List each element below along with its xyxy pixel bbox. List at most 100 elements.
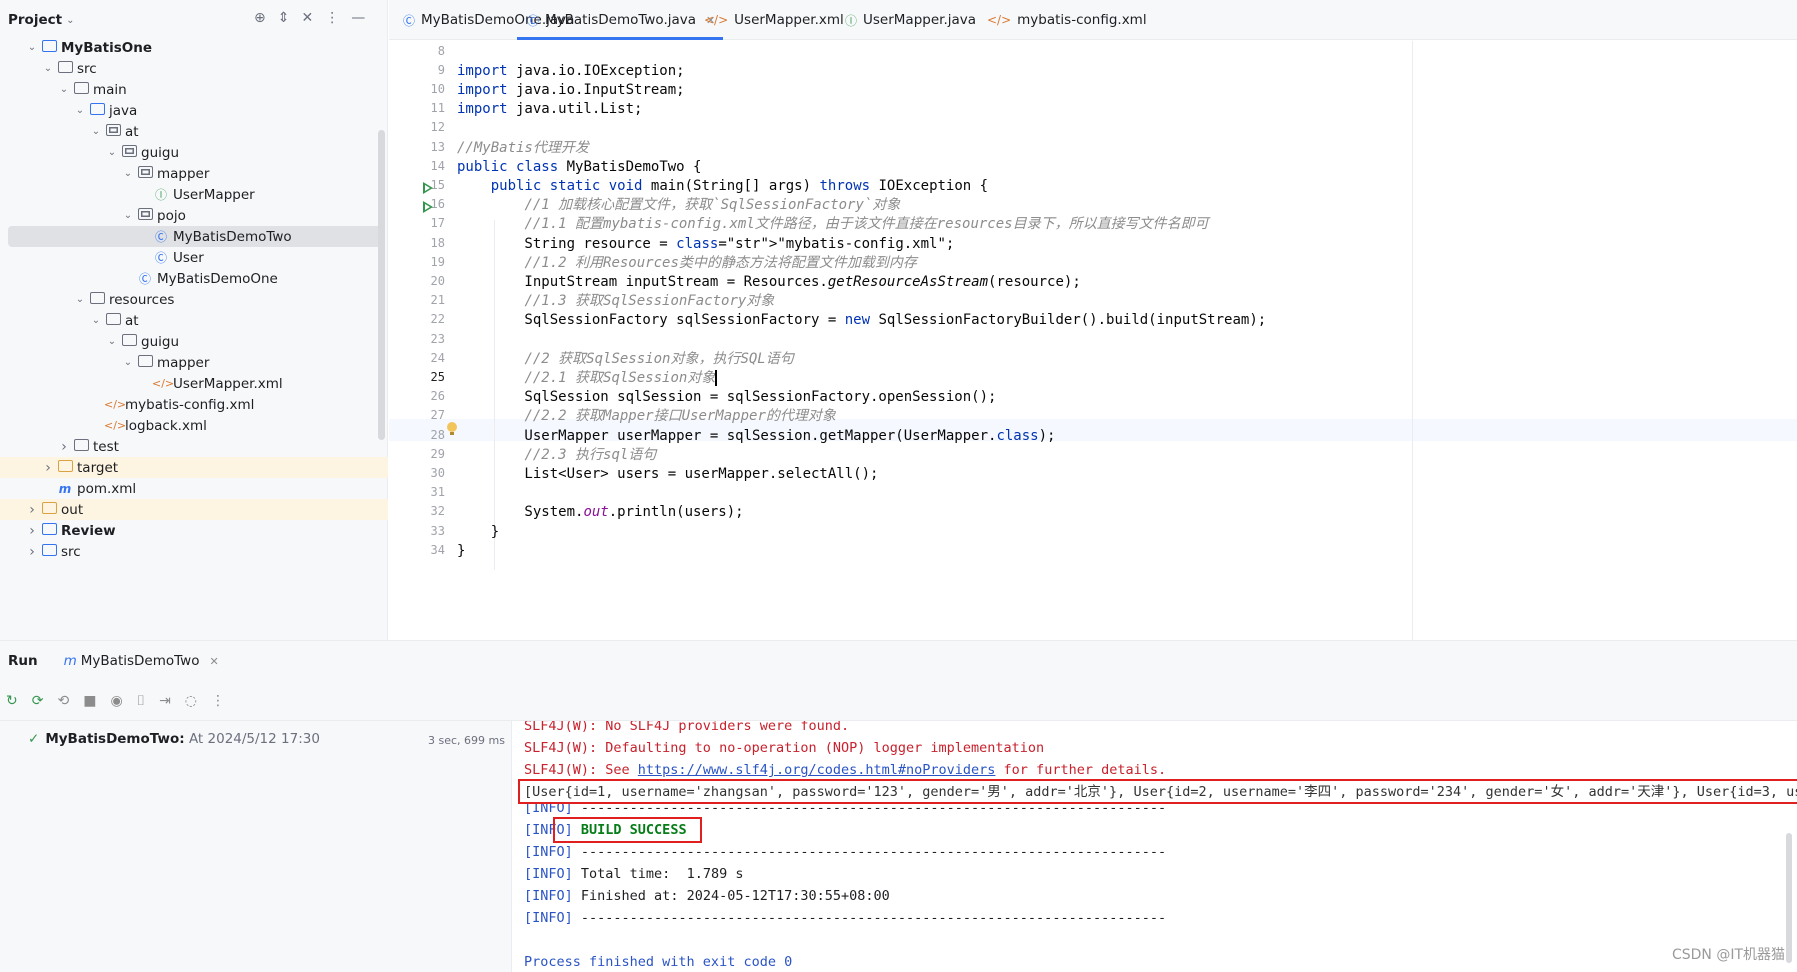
- chevron-down-icon[interactable]: ⌄: [72, 105, 88, 116]
- info-tag: [INFO]: [524, 844, 573, 860]
- tree-item-user[interactable]: Ⓒ User: [0, 247, 388, 268]
- console-text: Total time: 1.789 s: [572, 866, 744, 882]
- code-editor[interactable]: 8 9 import java.io.IOException; 10 import ja…: [389, 41, 1797, 640]
- project-panel: Project ⌄ ⊕ ⇕ ✕ ⋮ — ⌄ MyBatisOne ⌄ src ⌄ main…: [0, 0, 388, 640]
- tree-item-mybatisdemoone[interactable]: Ⓒ MyBatisDemoOne: [0, 268, 388, 289]
- success-check-icon: ✓: [28, 731, 40, 747]
- tree-item-java[interactable]: ⌄ java: [0, 100, 388, 121]
- tab-label: UserMapper.xml: [734, 12, 844, 28]
- tree-item-label: pom.xml: [77, 480, 137, 497]
- run-config-tab[interactable]: m MyBatisDemoTwo ✕: [64, 653, 219, 669]
- chevron-down-icon[interactable]: ⌄: [104, 336, 120, 347]
- slf4j-link[interactable]: https://www.slf4j.org/codes.html#noProvi…: [638, 762, 996, 778]
- tree-item-usermapper[interactable]: Ⓘ UserMapper: [0, 184, 388, 205]
- toggle-auto-rerun-icon[interactable]: ⟲: [57, 693, 69, 709]
- tree-item-src[interactable]: › src: [0, 541, 388, 562]
- folder-icon: [136, 355, 154, 370]
- project-title[interactable]: Project: [8, 12, 62, 28]
- tree-item-usermapper-xml[interactable]: </> UserMapper.xml: [0, 373, 388, 394]
- rerun-icon[interactable]: ↻: [6, 693, 18, 709]
- info-tag: [INFO]: [524, 866, 573, 882]
- code-line: import java.util.List;: [457, 101, 643, 118]
- collapse-all-icon[interactable]: ✕: [301, 10, 313, 26]
- maven-icon: m: [63, 653, 77, 669]
- info-tag: [INFO]: [524, 888, 573, 904]
- chevron-right-icon[interactable]: ›: [56, 439, 72, 455]
- expand-all-icon[interactable]: ⇕: [278, 10, 290, 26]
- console-line: [INFO] Finished at: 2024-05-12T17:30:55+…: [524, 885, 890, 907]
- run-gutter-icon[interactable]: [423, 182, 433, 194]
- tree-item-at[interactable]: ⌄ at: [0, 121, 388, 142]
- line-number: 14: [430, 158, 445, 173]
- show-options-icon[interactable]: ◉: [110, 693, 122, 709]
- tree-item-mybatisone[interactable]: ⌄ MyBatisOne: [0, 37, 388, 58]
- tree-item-logback-xml[interactable]: </> logback.xml: [0, 415, 388, 436]
- tree-item-test[interactable]: › test: [0, 436, 388, 457]
- tree-item-out[interactable]: › out: [0, 499, 388, 520]
- chevron-down-icon[interactable]: ⌄: [56, 84, 72, 95]
- history-icon[interactable]: ◌: [185, 693, 197, 709]
- xml-icon: </>: [704, 13, 729, 27]
- screenshot-icon[interactable]: ⌷: [137, 693, 145, 709]
- chevron-right-icon[interactable]: ›: [40, 460, 56, 476]
- tree-item-at[interactable]: ⌄ at: [0, 310, 388, 331]
- console-text: Finished at: 2024-05-12T17:30:55+08:00: [572, 888, 890, 904]
- minimize-icon[interactable]: —: [351, 10, 365, 26]
- tree-item-mybatis-config-xml[interactable]: </> mybatis-config.xml: [0, 394, 388, 415]
- tree-item-src[interactable]: ⌄ src: [0, 58, 388, 79]
- tree-item-main[interactable]: ⌄ main: [0, 79, 388, 100]
- tree-item-guigu[interactable]: ⌄ guigu: [0, 142, 388, 163]
- chevron-down-icon[interactable]: ⌄: [72, 294, 88, 305]
- build-success-highlight-box: [553, 817, 702, 843]
- tree-item-guigu[interactable]: ⌄ guigu: [0, 331, 388, 352]
- tab-usermapper-xml[interactable]: </> UserMapper.xml: [704, 0, 844, 40]
- line-number: 27: [430, 408, 445, 423]
- console-scrollbar[interactable]: [1786, 833, 1792, 963]
- tree-item-resources[interactable]: ⌄ resources: [0, 289, 388, 310]
- locate-icon[interactable]: ⊕: [254, 10, 266, 26]
- export-icon[interactable]: ⇥: [159, 693, 171, 709]
- package-icon: [104, 124, 122, 139]
- run-gutter-icon[interactable]: [423, 201, 433, 213]
- more-options-icon[interactable]: ⋮: [325, 10, 339, 26]
- chevron-down-icon[interactable]: ⌄: [40, 63, 56, 74]
- tree-item-pom-xml[interactable]: m pom.xml: [0, 478, 388, 499]
- tree-item-label: UserMapper.xml: [173, 375, 283, 392]
- chevron-right-icon[interactable]: ›: [24, 523, 40, 539]
- chevron-down-icon[interactable]: ⌄: [120, 357, 136, 368]
- folder-icon: [56, 61, 74, 76]
- chevron-down-icon[interactable]: ⌄: [88, 126, 104, 137]
- tab-mybatisdemotwo-java[interactable]: Ⓒ MyBatisDemoTwo.java ✕: [516, 0, 724, 40]
- chevron-down-icon[interactable]: ⌄: [88, 315, 104, 326]
- chevron-down-icon[interactable]: ⌄: [24, 42, 40, 53]
- tree-item-mapper[interactable]: ⌄ mapper: [0, 352, 388, 373]
- tree-item-pojo[interactable]: ⌄ pojo: [0, 205, 388, 226]
- chevron-right-icon[interactable]: ›: [24, 502, 40, 518]
- console-output[interactable]: SLF4J(W): No SLF4J providers were found.…: [512, 721, 1797, 972]
- chevron-right-icon[interactable]: ›: [24, 544, 40, 560]
- chevron-down-icon[interactable]: ⌄: [104, 147, 120, 158]
- console-text: ----------------------------------------…: [572, 910, 1167, 926]
- run-title: Run: [8, 653, 38, 669]
- rerun-failed-icon[interactable]: ⟳: [32, 693, 44, 709]
- tree-item-label: main: [93, 81, 127, 98]
- stop-icon[interactable]: ■: [83, 693, 96, 709]
- tab-mybatis-config-xml[interactable]: </> mybatis-config.xml: [987, 0, 1147, 40]
- tree-item-label: resources: [109, 291, 175, 308]
- lightbulb-icon[interactable]: [447, 422, 457, 436]
- tree-item-mybatisdemotwo[interactable]: Ⓒ MyBatisDemoTwo: [8, 226, 384, 247]
- tree-item-label: src: [61, 543, 81, 560]
- tree-item-mapper[interactable]: ⌄ mapper: [0, 163, 388, 184]
- chevron-down-icon[interactable]: ⌄: [120, 210, 136, 221]
- project-scrollbar[interactable]: [378, 130, 385, 440]
- more-options-icon[interactable]: ⋮: [211, 693, 225, 709]
- chevron-down-icon[interactable]: ⌄: [66, 15, 74, 26]
- tree-item-target[interactable]: › target: [0, 457, 388, 478]
- module-folder-icon: [40, 523, 58, 538]
- tab-usermapper-java[interactable]: Ⓘ UserMapper.java: [845, 0, 976, 40]
- close-icon[interactable]: ✕: [209, 655, 218, 668]
- run-item[interactable]: ✓ MyBatisDemoTwo: At 2024/5/12 17:30: [28, 731, 320, 747]
- text-caret: [715, 369, 717, 386]
- chevron-down-icon[interactable]: ⌄: [120, 168, 136, 179]
- tree-item-review[interactable]: › Review: [0, 520, 388, 541]
